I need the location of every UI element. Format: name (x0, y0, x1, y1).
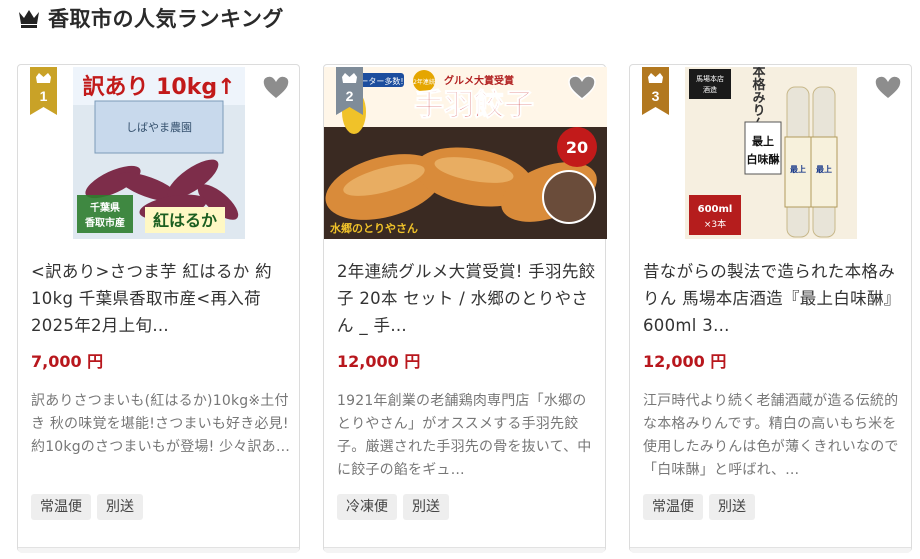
product-description: 1921年創業の老舗鶏肉専門店「水郷のとりやさん」がオススメする手羽先餃子。厳選… (337, 393, 592, 478)
svg-text:600ml: 600ml (698, 204, 733, 215)
crown-icon (19, 10, 39, 28)
heart-icon (262, 75, 290, 100)
product-image-sweet-potato[interactable]: しばやま農園 訳あり 10kg↑ 千葉県 香取市産 紅はるか (73, 67, 245, 239)
svg-text:白味醂: 白味醂 (747, 152, 780, 166)
svg-text:最上: 最上 (790, 164, 806, 174)
rank-number: 2 (346, 88, 354, 104)
product-title[interactable]: 2年連続グルメ大賞受賞! 手羽先餃子 20本 セット / 水郷のとりやさん _ … (337, 258, 597, 339)
heart-icon (568, 75, 596, 100)
svg-text:千葉県: 千葉県 (90, 201, 120, 214)
svg-text:20: 20 (566, 138, 588, 157)
svg-text:訳あり 10kg↑: 訳あり 10kg↑ (82, 74, 235, 100)
product-card-3[interactable]: 3 馬場本店 酒造 本格みりん 最上 白味醂 最上 最上 600ml ×3本 昔… (629, 64, 912, 553)
product-title[interactable]: <訳あり>さつま芋 紅はるか 約10kg 千葉県香取市産<再入荷2025年2月上… (31, 258, 291, 339)
svg-text:最上: 最上 (752, 134, 774, 148)
svg-text:しばやま農園: しばやま農園 (126, 120, 192, 134)
rank-badge-gold: 1 (30, 67, 57, 115)
card-bottom-strip (630, 547, 911, 553)
svg-text:馬場本店: 馬場本店 (696, 74, 724, 83)
svg-text:本格みりん: 本格みりん (750, 67, 766, 130)
rank-number: 1 (40, 88, 48, 104)
rank-badge-bronze: 3 (642, 67, 669, 115)
ranking-header: 香取市の人気ランキング (18, 4, 284, 32)
product-card-2[interactable]: リピーター多数! 2年連続 グルメ大賞受賞 手羽餃子 20 水郷のとりやさん 2… (323, 64, 607, 553)
favorite-heart-button[interactable] (261, 73, 291, 103)
tag-shipping-type: 冷凍便 (337, 494, 397, 520)
tag-separate-delivery: 別送 (709, 494, 755, 520)
svg-text:紅はるか: 紅はるか (153, 211, 217, 230)
svg-text:最上: 最上 (816, 164, 832, 174)
price: 12,000 円 (643, 352, 727, 371)
product-description: 訳ありさつまいも(紅はるか)10kg※土付き 秋の味覚を堪能!さつまいも好き必見… (31, 393, 291, 455)
shipping-tags: 冷凍便 別送 (337, 494, 449, 520)
shipping-tags: 常温便 別送 (31, 494, 143, 520)
tag-shipping-type: 常温便 (643, 494, 703, 520)
product-image-wing-gyoza[interactable]: リピーター多数! 2年連続 グルメ大賞受賞 手羽餃子 20 水郷のとりやさん (324, 67, 607, 239)
rank-badge-silver: 2 (336, 67, 363, 115)
svg-text:グルメ大賞受賞: グルメ大賞受賞 (444, 74, 514, 87)
tag-separate-delivery: 別送 (403, 494, 449, 520)
svg-text:酒造: 酒造 (703, 85, 717, 94)
svg-text:×3本: ×3本 (704, 218, 726, 230)
price: 7,000 円 (31, 352, 104, 371)
product-title[interactable]: 昔ながらの製法で造られた本格みりん 馬場本店酒造『最上白味醂』600ml 3… (643, 258, 903, 339)
shipping-tags: 常温便 別送 (643, 494, 755, 520)
price: 12,000 円 (337, 352, 421, 371)
product-image-mirin[interactable]: 馬場本店 酒造 本格みりん 最上 白味醂 最上 最上 600ml ×3本 (685, 67, 857, 239)
svg-text:水郷のとりやさん: 水郷のとりやさん (330, 221, 418, 235)
favorite-heart-button[interactable] (873, 73, 903, 103)
tag-shipping-type: 常温便 (31, 494, 91, 520)
favorite-heart-button[interactable] (567, 73, 597, 103)
card-bottom-strip (18, 547, 299, 553)
rank-number: 3 (652, 88, 660, 104)
card-bottom-strip (324, 547, 605, 553)
svg-text:手羽餃子: 手羽餃子 (414, 88, 534, 123)
svg-text:2年連続: 2年連続 (413, 78, 435, 86)
svg-text:香取市産: 香取市産 (85, 216, 125, 229)
tag-separate-delivery: 別送 (97, 494, 143, 520)
ranking-title: 香取市の人気ランキング (48, 7, 284, 31)
product-description: 江戸時代より続く老舗酒蔵が造る伝統的な本格みりんです。精白の高いもち米を使用した… (643, 393, 899, 478)
product-card-1[interactable]: 1 しばやま農園 訳あり 10kg↑ 千葉県 香取市産 紅はるか <訳あり>さつ… (17, 64, 300, 553)
heart-icon (874, 75, 902, 100)
